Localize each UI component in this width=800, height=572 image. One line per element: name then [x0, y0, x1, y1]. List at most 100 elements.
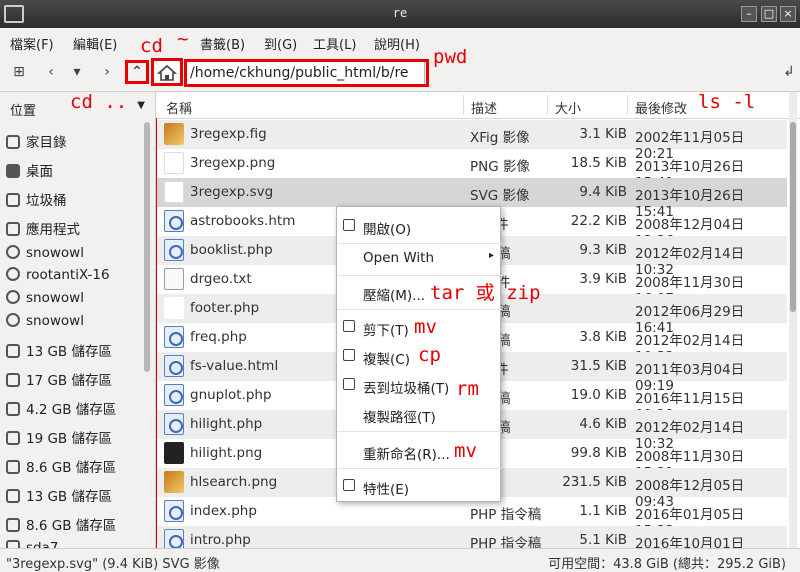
- drive-icon: [6, 540, 20, 548]
- file-type: PNG 影像: [470, 159, 530, 175]
- new-tab-icon[interactable]: ⊞: [8, 61, 30, 83]
- sidebar-item-trash[interactable]: 垃圾桶: [6, 189, 67, 211]
- file-row[interactable]: intro.php PHP 指令稿 5.1 KiB 2016年10月01日 09:15: [157, 526, 787, 548]
- desktop-icon: [6, 164, 20, 178]
- file-row[interactable]: 3regexp.pngPNG 影像18.5 KiB2013年10月26日 15:…: [157, 149, 787, 191]
- go-icon[interactable]: ↲: [778, 61, 800, 83]
- menu-item-open[interactable]: 開啟(O): [337, 213, 502, 239]
- close-button[interactable]: ×: [780, 6, 796, 22]
- file-size: 231.5 KiB: [562, 474, 627, 490]
- annotation-cp: cp: [418, 344, 441, 366]
- sidebar-item-desktop[interactable]: 桌面: [6, 160, 53, 182]
- annotation-cd-up: cd ..: [70, 91, 128, 113]
- sidebar-item-label: snowowl: [26, 313, 84, 329]
- image-icon: [164, 471, 184, 493]
- selection-status: "3regexp.svg" (9.4 KiB) SVG 影像: [6, 557, 220, 572]
- menu-edit[interactable]: 編輯(E): [73, 34, 117, 53]
- file-name: 3regexp.svg: [190, 184, 274, 200]
- file-name: freq.php: [190, 329, 247, 345]
- file-size: 9.4 KiB: [579, 184, 627, 200]
- free-space-status: 可用空間：43.8 GiB (總共：295.2 GiB): [548, 557, 786, 572]
- sidebar-item-label: sda7: [26, 540, 59, 548]
- file-name: intro.php: [190, 532, 251, 548]
- menu-item-open-with[interactable]: Open With ▸: [337, 245, 502, 271]
- file-name: fs-value.html: [190, 358, 279, 374]
- sidebar-item-volume-13gb-2[interactable]: 13 GB 儲存區: [6, 485, 112, 507]
- history-dropdown-icon[interactable]: ▾: [66, 61, 88, 83]
- sidebar-item-label: snowowl: [26, 290, 84, 306]
- sidebar-item-label: snowowl: [26, 245, 84, 261]
- submenu-arrow-icon: ▸: [488, 250, 494, 261]
- file-name: astrobooks.htm: [190, 213, 296, 229]
- column-type[interactable]: 描述: [471, 98, 497, 117]
- sidebar-item-volume-13gb-1[interactable]: 13 GB 儲存區: [6, 340, 112, 362]
- menu-item-rename[interactable]: 重新命名(R)...: [337, 438, 502, 464]
- trash-icon: [343, 378, 355, 390]
- copy-icon: [343, 349, 355, 361]
- column-size[interactable]: 大小: [555, 98, 581, 117]
- sidebar-item-home[interactable]: 家目錄: [6, 131, 67, 153]
- window-title: re: [392, 6, 408, 20]
- file-size: 22.2 KiB: [570, 213, 627, 229]
- sidebar-item-snowowl-2[interactable]: snowowl: [6, 290, 84, 312]
- sidebar-item-volume-4gb[interactable]: 4.2 GB 儲存區: [6, 398, 116, 420]
- file-type: XFig 影像: [470, 130, 530, 146]
- image-icon: [164, 442, 184, 464]
- sidebar-scrollbar[interactable]: [144, 122, 150, 372]
- sidebar-item-volume-17gb[interactable]: 17 GB 儲存區: [6, 369, 112, 391]
- forward-icon[interactable]: ›: [96, 61, 118, 83]
- menu-help[interactable]: 說明(H): [374, 34, 420, 53]
- sidebar-item-applications[interactable]: 應用程式: [6, 218, 80, 240]
- home-button-highlight: [151, 58, 183, 86]
- sidebar-item-volume-8gb-2[interactable]: 8.6 GB 儲存區: [6, 514, 116, 536]
- file-name: booklist.php: [190, 242, 273, 258]
- image-icon: [164, 152, 184, 174]
- minimize-button[interactable]: –: [741, 6, 757, 22]
- drive-icon: [6, 344, 20, 358]
- drive-icon: [6, 460, 20, 474]
- file-row[interactable]: 3regexp.fig XFig 影像 3.1 KiB 2002年11月05日 20:…: [157, 120, 787, 162]
- file-size: 19.0 KiB: [570, 387, 627, 403]
- sidebar-item-sda7[interactable]: sda7: [6, 540, 58, 548]
- sidebar-item-volume-19gb[interactable]: 19 GB 儲存區: [6, 427, 112, 449]
- drive-icon: [6, 431, 20, 445]
- sidebar-item-label: 應用程式: [26, 222, 80, 238]
- annotation-pwd: pwd: [433, 46, 468, 68]
- file-type: PHP 指令稿: [470, 536, 542, 548]
- cut-icon: [343, 320, 355, 332]
- menu-bookmarks[interactable]: 書籤(B): [200, 34, 245, 53]
- menu-tools[interactable]: 工具(L): [313, 34, 356, 53]
- open-icon: [343, 219, 355, 231]
- sidebar-item-rootantix[interactable]: rootantiX-16: [6, 267, 110, 289]
- menu-item-properties[interactable]: 特性(E): [337, 473, 502, 499]
- maximize-button[interactable]: □: [761, 6, 777, 22]
- file-list-scrollbar[interactable]: [789, 92, 797, 548]
- trash-icon: [6, 193, 20, 207]
- sidebar-item-volume-8gb-1[interactable]: 8.6 GB 儲存區: [6, 456, 116, 478]
- back-icon[interactable]: ‹: [40, 61, 62, 83]
- annotation-mv-rename: mv: [454, 440, 477, 462]
- menu-go[interactable]: 到(G): [264, 34, 297, 53]
- file-type: SVG 影像: [470, 188, 530, 204]
- chevron-down-icon: ▼: [137, 100, 145, 111]
- sidebar-item-snowowl-1[interactable]: snowowl: [6, 245, 84, 267]
- annotation-rm: rm: [456, 378, 479, 400]
- globe-icon: [164, 384, 184, 406]
- file-row[interactable]: 3regexp.svg SVG 影像 9.4 KiB 2013年10月26日 15:4…: [157, 178, 787, 220]
- optical-disc-icon: [6, 245, 20, 259]
- sidebar-item-snowowl-3[interactable]: snowowl: [6, 313, 84, 335]
- drive-icon: [6, 489, 20, 503]
- file-size: 4.6 KiB: [579, 416, 627, 432]
- title-bar: re – □ ×: [0, 0, 800, 28]
- sidebar-item-label: 8.6 GB 儲存區: [26, 460, 117, 476]
- menu-item-copy-path[interactable]: 複製路徑(T): [337, 401, 502, 427]
- scrollbar-thumb[interactable]: [790, 122, 796, 312]
- menu-file[interactable]: 檔案(F): [10, 34, 54, 53]
- file-name: gnuplot.php: [190, 387, 272, 403]
- column-date[interactable]: 最後修改: [635, 98, 687, 117]
- file-name: drgeo.txt: [190, 271, 252, 287]
- column-name[interactable]: 名稱: [166, 98, 192, 117]
- applications-icon: [6, 222, 20, 236]
- file-name: index.php: [190, 503, 257, 519]
- file-size: 31.5 KiB: [570, 358, 627, 374]
